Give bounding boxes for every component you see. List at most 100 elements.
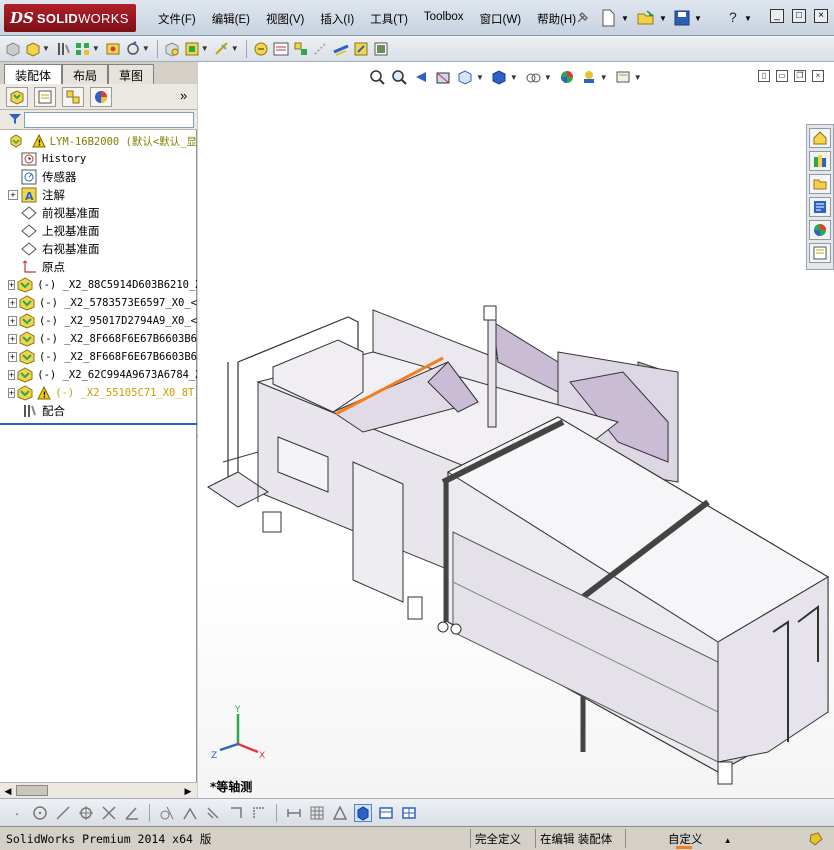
expand-toggle-icon[interactable]: + (8, 388, 16, 398)
mate-icon[interactable] (54, 40, 72, 58)
tree-node[interactable]: + (-) _X2_95017D2794A9_X0_< (0, 312, 197, 330)
help-dropdown-icon[interactable]: ▼ (744, 14, 752, 23)
tree-node[interactable]: 前视基准面 (0, 204, 197, 222)
tree-node[interactable]: 右视基准面 (0, 240, 197, 258)
tree-node[interactable]: ! LYM-16B2000 (默认<默认_显 (0, 132, 197, 150)
show-hidden-components-icon[interactable] (163, 40, 181, 58)
move-component-icon[interactable] (124, 40, 142, 58)
shaded-box-icon[interactable] (354, 803, 372, 822)
menu-tools[interactable]: 工具(T) (362, 11, 416, 27)
tab-layout[interactable]: 布局 (62, 64, 109, 84)
configuration-manager-tab-icon[interactable] (62, 86, 84, 107)
tree-node[interactable]: + (-) _X2_88C5914D603B6210_X (0, 276, 197, 294)
tree-node[interactable]: 配合 (0, 402, 197, 420)
assembly-features-icon[interactable] (183, 40, 201, 58)
new-document-icon[interactable] (598, 8, 618, 28)
help-icon[interactable]: ? (729, 9, 737, 25)
expand-toggle-icon[interactable]: + (8, 316, 17, 326)
apply-scene-dropdown-icon[interactable]: ▼ (600, 73, 608, 82)
hide-show-dropdown-icon[interactable]: ▼ (544, 73, 552, 82)
design-library-icon[interactable] (809, 151, 831, 171)
expand-toggle-icon[interactable]: + (8, 190, 18, 200)
filter-icon[interactable] (8, 113, 22, 128)
feature-manager-tab-icon[interactable] (6, 86, 28, 107)
instant3d-icon[interactable] (332, 40, 350, 58)
tree-rollback-bar[interactable] (0, 423, 197, 425)
new-dropdown-icon[interactable]: ▼ (621, 14, 629, 23)
save-dropdown-icon[interactable]: ▼ (694, 14, 702, 23)
linear-pattern-dropdown-icon[interactable]: ▼ (92, 44, 100, 53)
menu-file[interactable]: 文件(F) (150, 11, 204, 27)
apply-scene-icon[interactable] (580, 68, 598, 86)
file-explorer-icon[interactable] (809, 174, 831, 194)
zoom-to-fit-icon[interactable] (368, 68, 386, 86)
compactor-3d-model[interactable] (198, 62, 834, 798)
tree-horizontal-scrollbar[interactable]: ◀ ▶ (0, 782, 197, 798)
close-button[interactable]: × (814, 9, 828, 23)
tree-node[interactable]: 上视基准面 (0, 222, 197, 240)
tree-node[interactable]: + (-) _X2_5783573E6597_X0_< (0, 294, 197, 312)
bill-of-materials-icon[interactable] (272, 40, 290, 58)
tab-assembly[interactable]: 装配体 (4, 64, 63, 84)
new-motion-study-icon[interactable] (252, 40, 270, 58)
open-dropdown-icon[interactable]: ▼ (659, 14, 667, 23)
expand-toggle-icon[interactable]: + (8, 370, 16, 380)
update-speedpak-icon[interactable] (352, 40, 370, 58)
view-orientation-dropdown-icon[interactable]: ▼ (476, 73, 484, 82)
pin-icon[interactable] (572, 8, 592, 28)
offset-icon[interactable] (204, 804, 222, 822)
solidworks-logo[interactable]: DS SOLIDWORKS (4, 4, 136, 32)
zoom-to-area-icon[interactable] (390, 68, 408, 86)
four-view-icon[interactable] (400, 804, 418, 822)
assembly-features-dropdown-icon[interactable]: ▼ (201, 44, 209, 53)
save-icon[interactable] (672, 8, 692, 28)
previous-view-icon[interactable] (412, 68, 430, 86)
hide-show-items-icon[interactable] (524, 68, 542, 86)
linear-pattern-icon[interactable] (74, 40, 92, 58)
restore-button[interactable]: □ (792, 9, 806, 23)
tree-node[interactable]: + (-) _X2_8F668F6E67B6603B6 (0, 348, 197, 366)
menu-view[interactable]: 视图(V) (258, 11, 312, 27)
menu-edit[interactable]: 编辑(E) (204, 11, 258, 27)
minimize-button[interactable]: _ (770, 9, 784, 23)
menu-toolbox[interactable]: Toolbox (416, 11, 472, 27)
units-arrow-icon[interactable]: ▲ (724, 836, 732, 845)
take-snapshot-icon[interactable] (372, 40, 390, 58)
assembly-box-icon[interactable] (4, 40, 22, 58)
scroll-right-arrow-icon[interactable]: ▶ (182, 785, 194, 797)
display-style-icon[interactable] (490, 68, 508, 86)
menu-window[interactable]: 窗口(W) (472, 11, 530, 27)
display-manager-tab-icon[interactable] (90, 86, 112, 107)
exploded-view-icon[interactable] (292, 40, 310, 58)
corner-rectangle-icon[interactable] (250, 804, 268, 822)
display-style-dropdown-icon[interactable]: ▼ (510, 73, 518, 82)
rebuild-status-icon[interactable] (808, 831, 824, 850)
cross-icon[interactable] (100, 804, 118, 822)
view-orientation-icon[interactable] (456, 68, 474, 86)
expand-toggle-icon[interactable]: + (8, 334, 17, 344)
more-tabs-chevron-icon[interactable]: » (180, 88, 187, 103)
expand-toggle-icon[interactable]: + (8, 298, 17, 308)
angle-icon[interactable] (123, 804, 141, 822)
tree-node[interactable]: 原点 (0, 258, 197, 276)
custom-properties-icon[interactable] (809, 243, 831, 263)
open-folder-icon[interactable] (636, 8, 656, 28)
edit-appearance-icon[interactable] (558, 68, 576, 86)
target-icon[interactable] (77, 804, 95, 822)
appearances-scenes-icon[interactable] (809, 220, 831, 240)
section-view-icon[interactable] (434, 68, 452, 86)
insert-component-icon[interactable] (24, 40, 42, 58)
view-settings-dropdown-icon[interactable]: ▼ (634, 73, 642, 82)
tree-node[interactable]: +! (-) _X2_55105C71_X0_8T_ (0, 384, 197, 402)
solidworks-resources-icon[interactable] (809, 128, 831, 148)
filter-input[interactable] (24, 112, 194, 128)
scroll-thumb[interactable] (16, 785, 48, 796)
view-palette-icon[interactable] (809, 197, 831, 217)
expand-toggle-icon[interactable]: + (8, 352, 17, 362)
insert-component-dropdown-icon[interactable]: ▼ (42, 44, 50, 53)
corner-icon[interactable] (227, 804, 245, 822)
smart-fasteners-icon[interactable] (104, 40, 122, 58)
relation-icon[interactable] (331, 804, 349, 822)
single-view-icon[interactable] (377, 804, 395, 822)
reference-geometry-icon[interactable] (213, 40, 231, 58)
